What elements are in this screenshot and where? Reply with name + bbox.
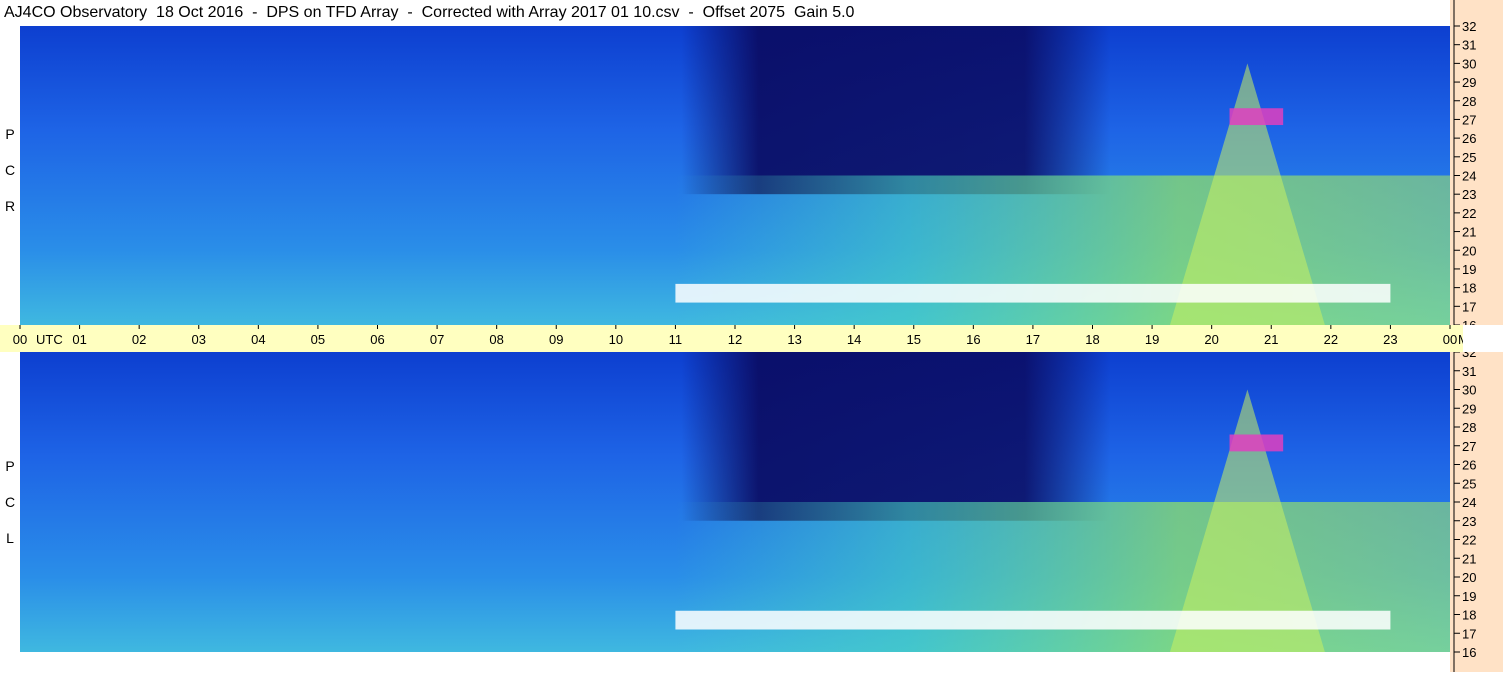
time-tick-label: 10 [609, 332, 623, 347]
frequency-tick-label: 25 [1462, 150, 1476, 165]
frequency-tick-label: 32 [1462, 19, 1476, 34]
time-tick-label: 20 [1204, 332, 1218, 347]
frequency-tick-label: 17 [1462, 626, 1476, 641]
interference-band [675, 283, 1391, 303]
frequency-tick-label: 16 [1462, 645, 1476, 660]
time-tick-label: 01 [72, 332, 86, 347]
night-depression-region [681, 26, 1111, 195]
lcp-frequency-axis: 32 31 30 29 28 27 26 25 24 23 22 21 20 19 18 17 16 [1450, 345, 1503, 672]
frequency-tick-label: 27 [1462, 112, 1476, 127]
lcp-letter-c: C [4, 494, 16, 510]
time-tick-label: 16 [966, 332, 980, 347]
time-tick-label: 23 [1383, 332, 1397, 347]
frequency-tick-label: 26 [1462, 131, 1476, 146]
frequency-tick-label: 24 [1462, 169, 1476, 184]
frequency-tick-label: 18 [1462, 281, 1476, 296]
frequency-tick-label: 19 [1462, 262, 1476, 277]
rcp-letter-c: C [4, 162, 16, 178]
frequency-tick-label: 24 [1462, 495, 1476, 510]
lcp-letter-l: L [6, 530, 14, 546]
frequency-tick-label: 23 [1462, 187, 1476, 202]
utc-time-axis: 00 01 02 03 04 05 06 07 08 09 10 11 12 13 14 15 16 17 18 19… [0, 325, 1485, 352]
time-tick-label: 08 [489, 332, 503, 347]
frequency-tick-label: 30 [1462, 56, 1476, 71]
frequency-tick-label: 16 [1462, 318, 1476, 325]
frequency-tick-label: 25 [1462, 476, 1476, 491]
time-axis-unit: UTC [36, 332, 63, 347]
lcp-label-strip: P C L [0, 352, 20, 652]
frequency-tick-label: 30 [1462, 383, 1476, 398]
frequency-tick-label: 23 [1462, 514, 1476, 529]
frequency-tick-label: 20 [1462, 570, 1476, 585]
rcp-spectrogram [20, 26, 1450, 325]
time-tick-label: 11 [669, 332, 683, 347]
frequency-tick-label: 31 [1462, 38, 1476, 53]
interference-band [675, 610, 1391, 630]
time-tick-label: 07 [430, 332, 444, 347]
time-tick-label: 03 [192, 332, 206, 347]
frequency-tick-label: 21 [1462, 225, 1476, 240]
frequency-tick-label: 32 [1462, 352, 1476, 360]
frequency-tick-label: 18 [1462, 608, 1476, 623]
time-tick-label: 19 [1145, 332, 1159, 347]
lcp-spectrogram-svg [20, 352, 1450, 652]
utc-time-axis-svg: 00 01 02 03 04 05 06 07 08 09 10 11 12 13 14 15 16 17 18 19… [13, 325, 1485, 347]
time-tick-label: 14 [847, 332, 861, 347]
rcp-label-strip: P C R [0, 26, 20, 325]
frequency-tick-label: 28 [1462, 94, 1476, 109]
frequency-tick-label: 27 [1462, 439, 1476, 454]
rcp-letter-p: P [5, 126, 15, 142]
rcp-frequency-axis-svg: 32 31 30 29 28 27 26 25 24 23 22 21 20 19 18 17 16 [1453, 0, 1476, 333]
night-depression-region [681, 352, 1111, 521]
time-tick-label: 15 [907, 332, 921, 347]
frequency-tick-label: 17 [1462, 299, 1476, 314]
time-tick-label: 09 [549, 332, 563, 347]
frequency-tick-label: 22 [1462, 206, 1476, 221]
time-tick-label: 04 [251, 332, 265, 347]
lcp-letter-p: P [5, 458, 15, 474]
time-tick-label: 00 [13, 332, 27, 347]
frequency-tick-label: 22 [1462, 533, 1476, 548]
time-tick-label: 17 [1026, 332, 1040, 347]
time-tick-label: 18 [1085, 332, 1099, 347]
rcp-letter-r: R [4, 198, 16, 214]
chart-title: AJ4CO Observatory 18 Oct 2016 - DPS on T… [4, 4, 855, 21]
rcp-frequency-axis: 32 31 30 29 28 27 26 25 24 23 22 21 20 19 18 17 16 [1450, 0, 1503, 333]
frequency-tick-label: 20 [1462, 243, 1476, 258]
frequency-tick-label: 28 [1462, 420, 1476, 435]
time-tick-label: 22 [1324, 332, 1338, 347]
time-tick-label: 12 [728, 332, 742, 347]
frequency-tick-label: 31 [1462, 364, 1476, 379]
frequency-tick-label: 21 [1462, 551, 1476, 566]
lcp-spectrogram [20, 352, 1450, 652]
bright-burst [1229, 108, 1284, 126]
frequency-tick-label: 19 [1462, 589, 1476, 604]
frequency-axis-unit: MHz [1458, 332, 1463, 347]
time-tick-label: 06 [370, 332, 384, 347]
frequency-tick-label: 29 [1462, 401, 1476, 416]
frequency-tick-label: 29 [1462, 75, 1476, 90]
rcp-spectrogram-svg [20, 26, 1450, 325]
time-tick-label: 13 [787, 332, 801, 347]
time-tick-label: 02 [132, 332, 146, 347]
bright-burst [1229, 434, 1284, 452]
time-tick-label: 05 [311, 332, 325, 347]
frequency-tick-label: 26 [1462, 458, 1476, 473]
time-tick-label: 21 [1264, 332, 1278, 347]
lcp-frequency-axis-svg: 32 31 30 29 28 27 26 25 24 23 22 21 20 19 18 17 16 [1453, 345, 1476, 672]
time-tick-label: 00 [1443, 332, 1457, 347]
